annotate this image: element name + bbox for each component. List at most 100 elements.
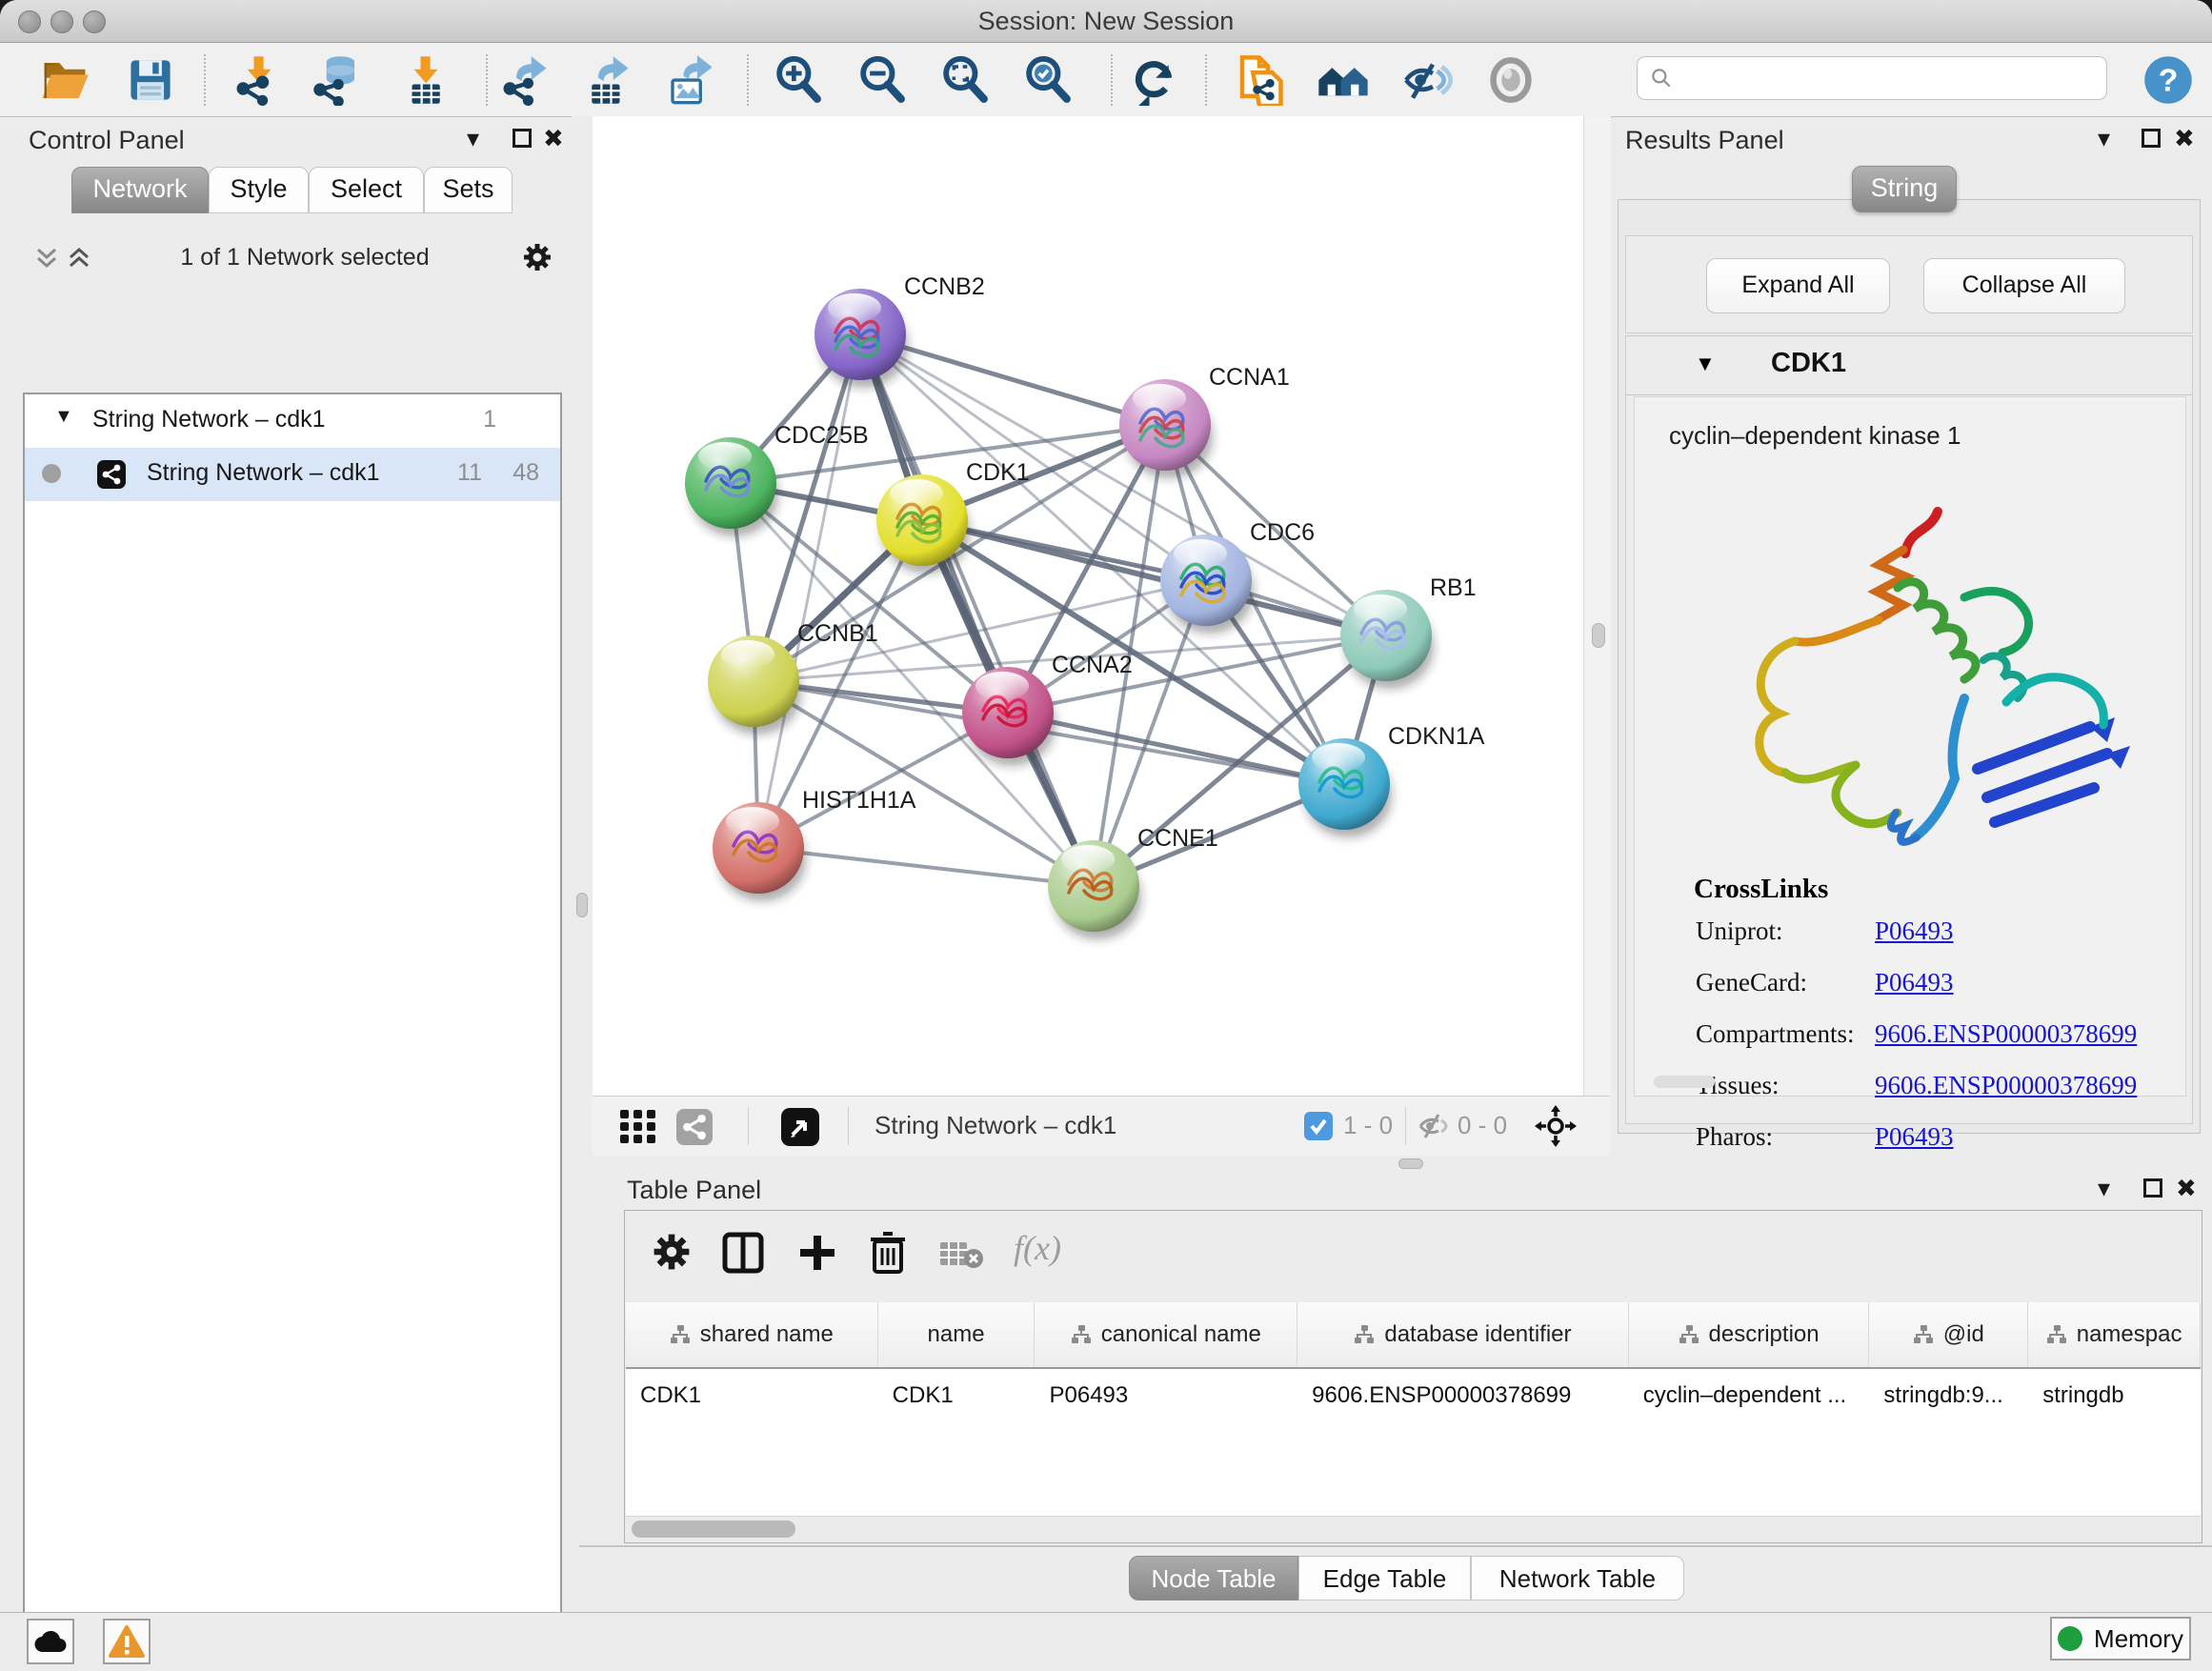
table-cell[interactable]: P06493 <box>1035 1369 1297 1422</box>
network-node-RB1[interactable]: RB1 <box>1340 574 1477 689</box>
table-cell[interactable]: stringdb:9... <box>1869 1369 2028 1422</box>
table-cell[interactable]: CDK1 <box>878 1369 1036 1422</box>
save-session-icon[interactable] <box>121 50 180 110</box>
delete-table-icon[interactable] <box>939 1239 983 1270</box>
tab-string[interactable]: String <box>1852 166 1957 212</box>
memory-button[interactable]: Memory <box>2050 1617 2191 1661</box>
search-input[interactable] <box>1674 64 2087 92</box>
string-view-icon[interactable] <box>676 1109 713 1145</box>
add-column-icon[interactable] <box>796 1232 838 1274</box>
column-header-database-identifier[interactable]: database identifier <box>1297 1302 1629 1367</box>
expand-all-chevron-icon[interactable] <box>34 244 59 272</box>
results-gene-section: ▼ CDK1 cyclin–dependent kinase 1 <box>1625 335 2193 1124</box>
import-database-icon[interactable] <box>308 50 367 110</box>
cloud-status-button[interactable] <box>27 1619 74 1664</box>
network-options-gear-icon[interactable] <box>522 242 553 272</box>
panel-float-icon[interactable] <box>2143 1178 2162 1198</box>
column-header-name[interactable]: name <box>878 1302 1036 1367</box>
crosslink-value-link[interactable]: P06493 <box>1875 1122 1954 1152</box>
collection-expand-icon[interactable]: ▼ <box>54 406 73 428</box>
open-session-icon[interactable] <box>35 50 94 110</box>
column-header-shared-name[interactable]: shared name <box>626 1302 878 1367</box>
vertical-splitter-right[interactable] <box>1583 116 1611 1096</box>
tab-style[interactable]: Style <box>209 167 309 213</box>
export-table-icon[interactable] <box>577 50 636 110</box>
zoom-out-icon[interactable] <box>853 50 912 110</box>
export-network-icon[interactable] <box>495 50 554 110</box>
table-panel-body: f(x) shared namenamecanonical namedataba… <box>624 1210 2202 1543</box>
column-header-canonical-name[interactable]: canonical name <box>1035 1302 1297 1367</box>
hidden-counter: 0 - 0 <box>1458 1111 1507 1140</box>
tab-network[interactable]: Network <box>71 167 209 213</box>
delete-column-trash-icon[interactable] <box>867 1230 909 1274</box>
table-cell[interactable]: 9606.ENSP00000378699 <box>1297 1369 1629 1422</box>
import-network-icon[interactable] <box>229 50 288 110</box>
table-row[interactable]: CDK1CDK1P064939606.ENSP00000378699cyclin… <box>626 1369 2201 1422</box>
import-table-icon[interactable] <box>395 50 454 110</box>
selected-nodes-checkbox[interactable] <box>1304 1112 1333 1140</box>
zoom-in-icon[interactable] <box>769 50 828 110</box>
warnings-button[interactable] <box>103 1619 151 1664</box>
table-hscrollbar-thumb[interactable] <box>632 1520 795 1538</box>
panel-collapse-icon[interactable]: ▾ <box>467 124 479 153</box>
grid-view-icon[interactable] <box>619 1109 657 1145</box>
panel-close-icon[interactable]: ✖ <box>2176 1174 2197 1203</box>
expand-all-button[interactable]: Expand All <box>1706 258 1890 313</box>
results-hscroll-thumb[interactable] <box>1654 1076 1715 1088</box>
crosslink-row: GeneCard:P06493 <box>1635 968 2185 1019</box>
collapse-all-chevron-icon[interactable] <box>67 244 91 272</box>
zoom-selected-icon[interactable] <box>1018 50 1077 110</box>
column-header-description[interactable]: description <box>1629 1302 1870 1367</box>
tab-network-table[interactable]: Network Table <box>1471 1556 1684 1601</box>
lens-icon[interactable] <box>1481 50 1540 110</box>
panel-collapse-icon[interactable]: ▾ <box>2098 1174 2110 1203</box>
table-hscrollbar[interactable] <box>626 1516 2201 1541</box>
panel-float-icon[interactable] <box>513 129 532 148</box>
share-document-icon[interactable] <box>1230 50 1289 110</box>
gene-section-header[interactable]: ▼ CDK1 <box>1626 336 2192 395</box>
results-buttons-box: Expand All Collapse All <box>1625 235 2193 333</box>
network-canvas[interactable]: CCNB2CCNA1CDC25BCDK1CDC6RB1CCNB1CCNA2CDK… <box>593 116 1583 1096</box>
tab-select[interactable]: Select <box>309 167 424 213</box>
statusbar-separator <box>1405 1107 1406 1145</box>
hide-selected-icon[interactable] <box>1397 50 1456 110</box>
export-image-icon[interactable] <box>660 50 719 110</box>
crosslink-value-link[interactable]: 9606.ENSP00000378699 <box>1875 1019 2137 1049</box>
panel-close-icon[interactable]: ✖ <box>2174 124 2195 153</box>
table-cell[interactable]: stringdb <box>2028 1369 2201 1422</box>
panel-close-icon[interactable]: ✖ <box>543 124 564 153</box>
network-node-HIST1H1A[interactable]: HIST1H1A <box>713 787 916 901</box>
crosslinks-title: CrossLinks <box>1694 874 1828 905</box>
network-node-CDK1[interactable]: CDK1 <box>876 459 1030 574</box>
network-collection-row[interactable]: ▼ String Network – cdk1 1 <box>25 394 560 448</box>
table-cell[interactable]: CDK1 <box>626 1369 878 1422</box>
function-builder-icon[interactable]: f(x) <box>1014 1228 1061 1268</box>
tab-edge-table[interactable]: Edge Table <box>1298 1556 1471 1601</box>
section-collapse-icon[interactable]: ▼ <box>1695 352 1716 376</box>
panel-float-icon[interactable] <box>2142 129 2161 148</box>
crosslink-value-link[interactable]: P06493 <box>1875 968 1954 997</box>
column-header-namespac[interactable]: namespac <box>2028 1302 2201 1367</box>
birdseye-view-icon[interactable] <box>781 1108 819 1146</box>
crosslink-value-link[interactable]: P06493 <box>1875 916 1954 946</box>
gene-symbol: CDK1 <box>1771 348 1846 379</box>
table-options-gear-icon[interactable] <box>652 1232 692 1272</box>
zoom-fit-icon[interactable] <box>935 50 995 110</box>
network-node-CDC6[interactable]: CDC6 <box>1160 519 1315 634</box>
help-icon[interactable]: ? <box>2139 50 2198 110</box>
table-cell[interactable]: cyclin–dependent ... <box>1629 1369 1870 1422</box>
panel-collapse-icon[interactable]: ▾ <box>2098 124 2110 153</box>
fit-content-crosshair-icon[interactable] <box>1535 1105 1577 1147</box>
refresh-icon[interactable] <box>1124 50 1183 110</box>
tab-node-table[interactable]: Node Table <box>1129 1556 1298 1601</box>
crosslink-value-link[interactable]: 9606.ENSP00000378699 <box>1875 1071 2137 1100</box>
homes-icon[interactable] <box>1314 50 1373 110</box>
hidden-items-icon[interactable] <box>1418 1112 1450 1140</box>
collapse-all-button[interactable]: Collapse All <box>1923 258 2125 313</box>
tab-sets[interactable]: Sets <box>424 167 513 213</box>
network-node-CDKN1A[interactable]: CDKN1A <box>1298 723 1485 837</box>
network-node-CCNB1[interactable]: CCNB1 <box>708 620 878 735</box>
network-row-selected[interactable]: String Network – cdk1 11 48 <box>25 448 560 501</box>
show-columns-icon[interactable] <box>722 1232 764 1274</box>
column-header-@id[interactable]: @id <box>1869 1302 2028 1367</box>
